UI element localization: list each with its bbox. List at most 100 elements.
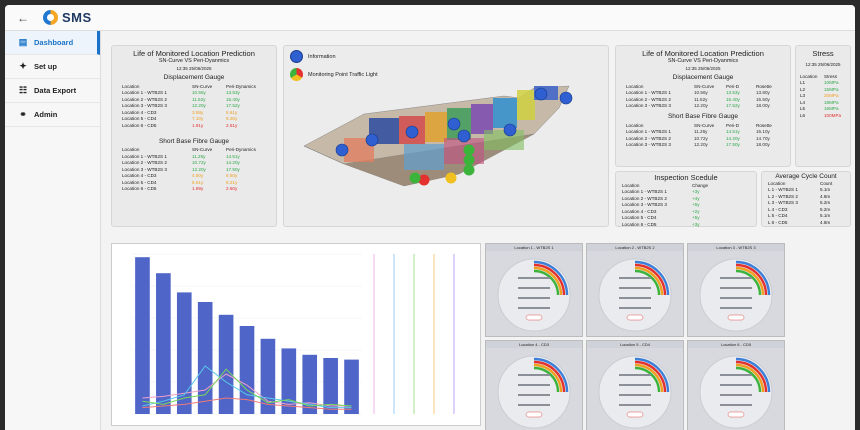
sidebar-item-label: Admin (34, 110, 58, 119)
table-cell: 18.00y (756, 103, 770, 109)
card-title: Average Cycle Count (775, 173, 837, 180)
cycle-table: Location Count L 1 - WTB2S 1 5.1m L 2 - WT… (766, 180, 834, 226)
bar-chart-icon: ▤ (18, 37, 28, 47)
stress-card: Stress 12:35 25/06/2025 Location Stress … (795, 45, 851, 167)
column-header: Peri-Dynamics (226, 83, 256, 89)
card-title: Stress (812, 49, 834, 58)
sidebar-item-label: Dashboard (34, 38, 74, 47)
radial-gauge (497, 258, 571, 332)
gauge-panel[interactable]: Location 2 - WTB2S 2 (586, 243, 684, 337)
average-cycle-count-card: Average Cycle Count Location Count L 1 -… (761, 171, 851, 227)
radial-gauge (598, 258, 672, 332)
displacement-table: Location SN-Curve Peri-D Rosette Locatio… (624, 83, 774, 109)
table-cell: Location 3 - WTB2S 3 (626, 103, 671, 109)
gauge-panel[interactable]: Location 6 - CD5 (687, 340, 785, 430)
sidebar: ▤ Dashboard ✦ Set up ☷ Data Export ⚭ Adm… (5, 31, 101, 430)
gauge-panel[interactable]: Location 5 - CD4 (586, 340, 684, 430)
card-title: Life of Monitored Location Prediction (133, 49, 255, 58)
table-body: Location 1 - WTB2S 1 11.26y 14.51y 15.10y Lo… (624, 129, 774, 149)
table-body: Location 1 - WTB2S 1 10.56y 13.53y Location… (120, 90, 258, 129)
table-cell: 12.20y (694, 103, 708, 109)
app-logo: SMS (43, 10, 92, 25)
sidebar-item-setup[interactable]: ✦ Set up (5, 55, 100, 79)
wrench-icon: ✦ (19, 61, 27, 71)
section-title: Displacement Gauge (672, 74, 734, 81)
table-cell: 4.8m (820, 219, 831, 225)
table-body: Location 1 - WTB2S 1 11.26y 14.51y Location… (120, 153, 258, 192)
dashboard-content: Life of Monitored Location Prediction SN… (105, 39, 853, 430)
table-row: Location 6 - CD5 +3y (620, 221, 710, 228)
table-cell: 17.50y (726, 142, 740, 148)
chart-bar[interactable] (176, 292, 192, 414)
ship-3d-model[interactable] (284, 46, 610, 228)
table-cell: L 6 - CD5 (768, 219, 788, 225)
radial-gauge (497, 355, 571, 429)
table-cell: 12.20y (694, 142, 708, 148)
document-icon: ☷ (18, 85, 28, 95)
card-subtitle: SN-Curve VS Peri-Dyanmics (158, 58, 230, 64)
card-title: Life of Monitored Location Prediction (642, 49, 764, 58)
section-title: Short Base Fibre Gauge (667, 113, 739, 120)
table-cell: 1.91y (192, 122, 204, 128)
table-cell: 18.00y (756, 142, 770, 148)
table-cell: Location 6 - CD5 (122, 186, 157, 192)
sidebar-item-admin[interactable]: ⚭ Admin (5, 103, 100, 127)
radial-gauge (598, 355, 672, 429)
gauge-title: Location 1 - WTB2S 1 (486, 244, 582, 251)
table-row: Location 3 - WTB2S 3 +5y (620, 202, 710, 209)
gauge-title: Location 3 - WTB2S 3 (688, 244, 784, 251)
radial-gauge (699, 258, 773, 332)
card-subtitle: SN-Curve VS Peri-Dyanmics (667, 58, 739, 64)
card-title: Inspection Scedule (654, 173, 718, 182)
arrow-left-icon[interactable]: ← (11, 11, 35, 25)
column-header: Change (692, 182, 709, 188)
gauge-panel[interactable]: Location 3 - WTB2S 3 (687, 243, 785, 337)
table-body: Location 1 - WTB2S 1 +3y Location 2 - WTB2… (620, 189, 710, 228)
table-body: L 1 - WTB2S 1 5.1m L 2 - WTB2S 2 4.8m L 3 - … (766, 187, 834, 226)
column-header: Rosette (756, 122, 772, 128)
table-cell: 1.69y (192, 186, 204, 192)
column-header: Rosette (756, 83, 772, 89)
table-cell: Location 3 - WTB2S 3 (626, 142, 671, 148)
gauge-title: Location 5 - CD4 (587, 341, 683, 348)
section-title: Displacement Gauge (163, 74, 225, 81)
short-base-fibre-table: Location SN-Curve Peri-Dynamics Location… (120, 147, 258, 193)
sidebar-item-dashboard[interactable]: ▤ Dashboard (5, 31, 100, 55)
table-row: Location 3 - WTB2S 3 12.20y 17.52y 18.00y (624, 103, 774, 110)
life-prediction-card-right: Life of Monitored Location Prediction SN… (615, 45, 791, 167)
table-cell: +3y (692, 221, 700, 227)
top-bar: ← SMS (5, 5, 855, 31)
table-row: Location 2 - WTB2S 2 +4y (620, 195, 710, 202)
column-header: Peri-Dynamics (226, 147, 256, 153)
table-body: Location 1 - WTB2S 1 10.56y 13.53y 13.80y Lo… (624, 90, 774, 110)
displacement-table: Location SN-Curve Peri-Dynamics Location… (120, 83, 258, 129)
table-row: Location 6 - CD5 1.69y 2.60y (120, 186, 258, 193)
table-body: L1 10MPa L2 15MPa L3 20MPa L4 18MPa L5 16MPa L6 100… (798, 80, 843, 119)
inspection-table: Location Change Location 1 - WTB2S 1 +3y L… (620, 182, 710, 228)
gauge-title: Location 4 - CD3 (486, 341, 582, 348)
ship-model-card: Information Monitoring Point Traffic Lig… (283, 45, 609, 227)
table-row: Location 6 - CD5 1.91y 2.51y (120, 122, 258, 129)
short-base-fibre-table: Location SN-Curve Peri-D Rosette Locatio… (624, 122, 774, 148)
table-row: Location 1 - WTB2S 1 +3y (620, 189, 710, 196)
sidebar-item-label: Data Export (34, 86, 77, 95)
key-icon: ⚭ (19, 109, 27, 119)
inspection-schedule-card: Inspection Scedule Location Change Locat… (615, 171, 757, 227)
gauge-panel[interactable]: Location 1 - WTB2S 1 (485, 243, 583, 337)
chart-bar[interactable] (135, 257, 150, 414)
table-cell: 2.51y (226, 122, 238, 128)
chart-bar[interactable] (156, 273, 171, 414)
chart-bar[interactable] (197, 302, 213, 414)
gauge-title: Location 2 - WTB2S 2 (587, 244, 683, 251)
cycle-chart[interactable] (111, 243, 481, 426)
app-name: SMS (62, 10, 92, 25)
sidebar-item-data-export[interactable]: ☷ Data Export (5, 79, 100, 103)
radial-gauge (699, 355, 773, 429)
table-row: Location 3 - WTB2S 3 12.20y 17.50y 18.00y (624, 142, 774, 149)
table-row: L6 100MPa (798, 112, 843, 119)
table-cell: 2.60y (226, 186, 238, 192)
timestamp: 12:35 25/06/2025 (805, 62, 841, 67)
timestamp: 12:35 25/06/2025 (685, 66, 721, 71)
table-cell: Location 6 - CD5 (122, 122, 157, 128)
gauge-panel[interactable]: Location 4 - CD3 (485, 340, 583, 430)
